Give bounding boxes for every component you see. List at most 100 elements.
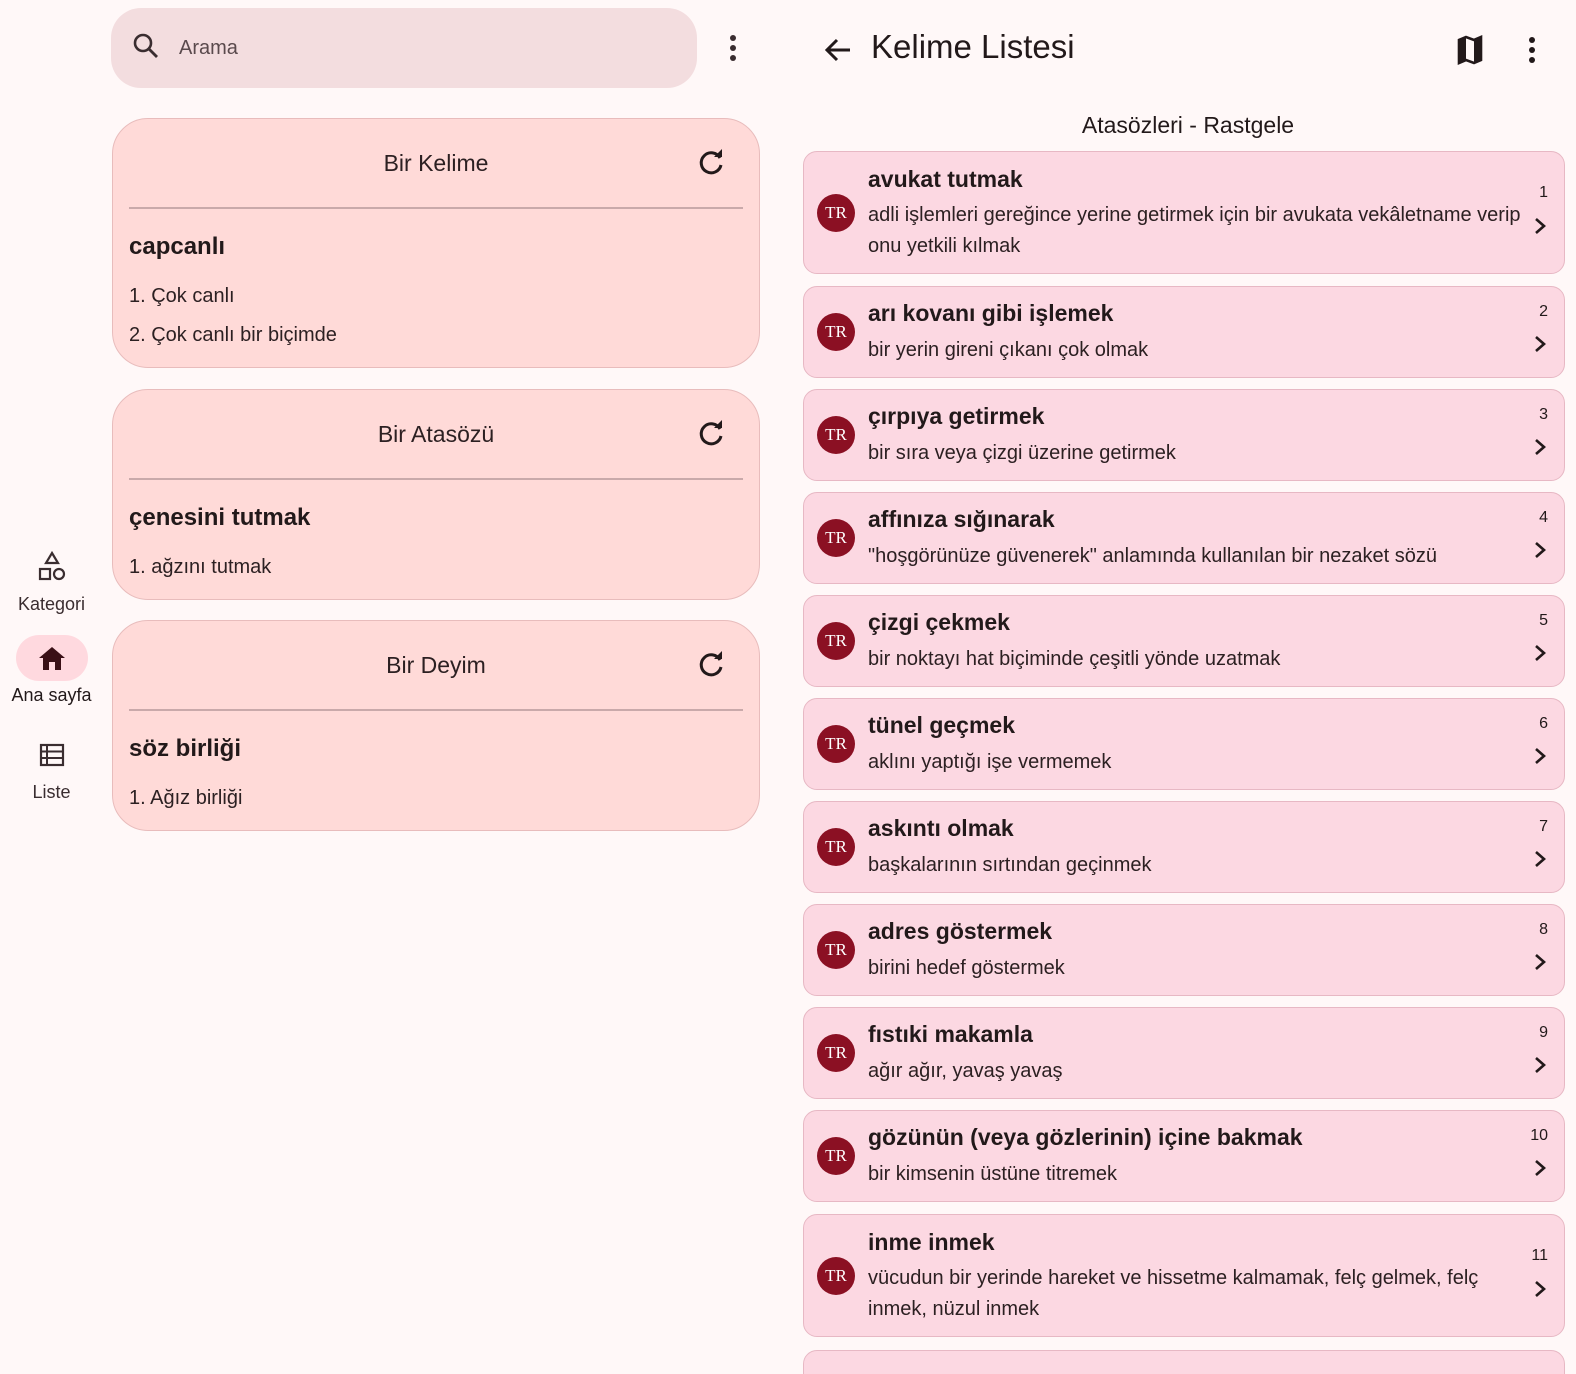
language-badge: TR xyxy=(817,416,855,454)
proverb-card: Bir Atasözü çenesini tutmak 1. ağzını tu… xyxy=(112,389,760,600)
chevron-right-icon xyxy=(1528,1277,1552,1301)
entry-title: fıstıki makamla xyxy=(868,1021,1033,1047)
card-definition: 1. ağzını tutmak xyxy=(129,556,272,578)
list-item[interactable]: TR fıstıki makamla ağır ağır, yavaş yava… xyxy=(803,1007,1565,1099)
entry-number: 1 xyxy=(1539,184,1548,201)
nav-label-liste: Liste xyxy=(32,782,71,802)
chevron-right-icon xyxy=(1528,641,1552,665)
entry-description: "hoşgörünüze güvenerek" anlamında kullan… xyxy=(868,545,1438,567)
card-word: capcanlı xyxy=(129,233,226,260)
page-title: Kelime Listesi xyxy=(871,28,1075,65)
card-title: Bir Deyim xyxy=(386,651,486,678)
entry-title: çırpıya getirmek xyxy=(868,403,1045,429)
more-options-button[interactable] xyxy=(1516,30,1548,70)
word-list-pane: Kelime Listesi Atasözleri - Rastgele TR … xyxy=(800,0,1576,1374)
list-item[interactable]: TR arı kovanı gibi işlemek bir yerin gir… xyxy=(803,286,1565,378)
entry-number: 3 xyxy=(1539,406,1548,423)
list-item[interactable]: TR askıntı olmak başkalarının sırtından … xyxy=(803,801,1565,893)
card-definition: 1. Ağız birliği xyxy=(129,787,243,809)
search-icon xyxy=(133,33,159,64)
list-item[interactable]: TR affınıza sığınarak "hoşgörünüze güven… xyxy=(803,492,1565,584)
entry-description: birini hedef göstermek xyxy=(868,957,1065,979)
language-badge: TR xyxy=(817,622,855,660)
nav-label-kategori: Kategori xyxy=(17,594,86,614)
divider xyxy=(129,207,743,209)
nav-item-kategori[interactable]: Kategori xyxy=(0,544,103,615)
nav-item-liste[interactable]: Liste xyxy=(0,732,103,803)
card-definition: 2. Çok canlı bir biçimde xyxy=(129,324,337,346)
card-definition: 1. Çok canlı xyxy=(129,285,235,307)
entry-number: 7 xyxy=(1539,818,1548,835)
entry-description: bir yerin gireni çıkanı çok olmak xyxy=(868,339,1149,361)
card-word: çenesini tutmak xyxy=(129,504,311,531)
divider xyxy=(129,709,743,711)
refresh-button[interactable] xyxy=(695,418,727,450)
entry-title: affınıza sığınarak xyxy=(868,506,1055,532)
entry-description: başkalarının sırtından geçinmek xyxy=(868,854,1152,876)
entry-title: adres göstermek xyxy=(868,918,1053,944)
list-item[interactable]: TR gözünün (veya gözlerinin) içine bakma… xyxy=(803,1110,1565,1202)
chevron-right-icon xyxy=(1528,214,1552,238)
entry-description: bir kimsenin üstüne titremek xyxy=(868,1163,1117,1185)
refresh-icon xyxy=(699,420,723,446)
refresh-button[interactable] xyxy=(695,649,727,681)
navigation-rail: Kategori Ana sayfa Liste xyxy=(0,0,103,1374)
entry-number: 2 xyxy=(1539,303,1548,320)
refresh-button[interactable] xyxy=(695,147,727,179)
language-badge: TR xyxy=(817,1257,855,1295)
search-input[interactable] xyxy=(179,36,659,60)
more-vert-icon xyxy=(730,35,736,61)
map-button[interactable] xyxy=(1450,30,1490,70)
entry-number: 4 xyxy=(1539,509,1548,526)
entry-title: avukat tutmak xyxy=(868,166,1023,192)
entry-number: 10 xyxy=(1530,1127,1548,1144)
word-card: Bir Kelime capcanlı 1. Çok canlı 2. Çok … xyxy=(112,118,760,368)
entry-title: çizgi çekmek xyxy=(868,609,1010,635)
refresh-icon xyxy=(699,149,723,175)
list-item[interactable]: TR çizgi çekmek bir noktayı hat biçimind… xyxy=(803,595,1565,687)
chevron-right-icon xyxy=(1528,538,1552,562)
entry-number: 8 xyxy=(1539,921,1548,938)
chevron-right-icon xyxy=(1528,1156,1552,1180)
entry-description: bir sıra veya çizgi üzerine getirmek xyxy=(868,442,1176,464)
entry-title: inme inmek xyxy=(868,1229,995,1255)
entry-description: bir noktayı hat biçiminde çeşitli yönde … xyxy=(868,648,1281,670)
language-badge: TR xyxy=(817,1137,855,1175)
entry-title: askıntı olmak xyxy=(868,815,1014,841)
home-icon xyxy=(15,635,88,681)
entry-title: tünel geçmek xyxy=(868,712,1015,738)
chevron-right-icon xyxy=(1528,847,1552,871)
list-item-partial[interactable] xyxy=(803,1350,1565,1374)
card-word: söz birliği xyxy=(129,735,242,762)
list-subtitle: Atasözleri - Rastgele xyxy=(1081,112,1295,138)
chevron-right-icon xyxy=(1528,950,1552,974)
home-pane: Bir Kelime capcanlı 1. Çok canlı 2. Çok … xyxy=(103,0,771,1374)
chevron-right-icon xyxy=(1528,332,1552,356)
entry-number: 11 xyxy=(1531,1247,1548,1264)
map-icon xyxy=(1457,35,1483,65)
entry-description: aklını yaptığı işe vermemek xyxy=(868,751,1112,773)
list-icon xyxy=(16,732,88,778)
arrow-back-icon xyxy=(824,38,850,62)
list-item[interactable]: TR inme inmek vücudun bir yerinde hareke… xyxy=(803,1214,1565,1337)
back-button[interactable] xyxy=(818,30,858,70)
search-bar[interactable] xyxy=(111,8,697,88)
language-badge: TR xyxy=(817,519,855,557)
entry-description: ağır ağır, yavaş yavaş xyxy=(868,1060,1063,1082)
list-item[interactable]: TR adres göstermek birini hedef gösterme… xyxy=(803,904,1565,996)
language-badge: TR xyxy=(817,1034,855,1072)
refresh-icon xyxy=(699,651,723,677)
language-badge: TR xyxy=(817,194,855,232)
card-title: Bir Kelime xyxy=(383,149,489,176)
idiom-card: Bir Deyim söz birliği 1. Ağız birliği xyxy=(112,620,760,831)
list-item[interactable]: TR tünel geçmek aklını yaptığı işe verme… xyxy=(803,698,1565,790)
more-options-button[interactable] xyxy=(717,28,749,68)
entry-number: 5 xyxy=(1539,612,1548,629)
list-item[interactable]: TR avukat tutmak adli işlemleri gereğinc… xyxy=(803,151,1565,274)
nav-item-ana-sayfa[interactable]: Ana sayfa xyxy=(0,635,103,706)
top-app-bar: Kelime Listesi xyxy=(800,0,1576,100)
entry-title: gözünün (veya gözlerinin) içine bakmak xyxy=(868,1124,1303,1150)
card-title: Bir Atasözü xyxy=(377,420,495,447)
list-item[interactable]: TR çırpıya getirmek bir sıra veya çizgi … xyxy=(803,389,1565,481)
language-badge: TR xyxy=(817,725,855,763)
